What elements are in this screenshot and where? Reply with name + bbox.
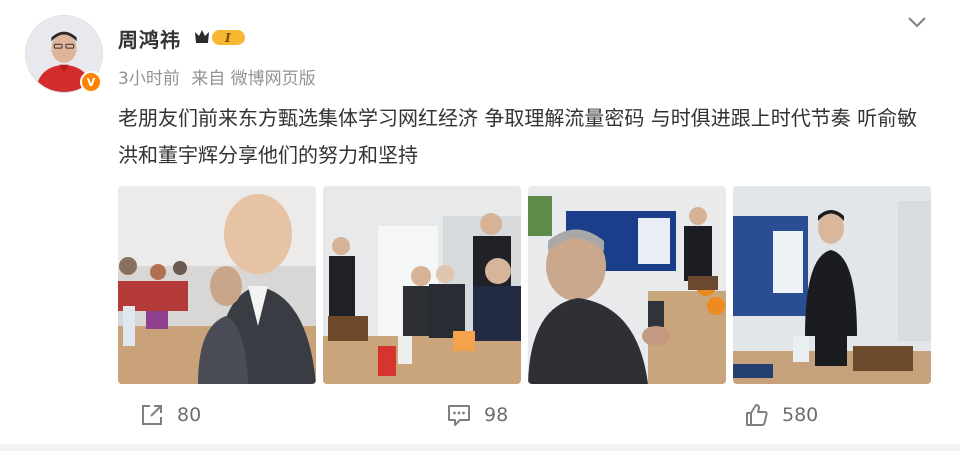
author-name[interactable]: 周鸿祎 [118, 24, 181, 53]
post-photo-1[interactable] [118, 186, 316, 384]
card-divider [0, 444, 960, 451]
comment-button[interactable]: 98 [446, 402, 508, 428]
weibo-post-card: V 周鸿祎 I 3小时前 来自 微博网页版 老朋友们前来东方甄选集体学习网红经济… [0, 0, 960, 451]
post-photo-4[interactable] [733, 186, 931, 384]
post-source: 来自 微博网页版 [191, 69, 316, 89]
chevron-down-icon[interactable] [905, 11, 929, 33]
user-level-badge[interactable]: I [193, 27, 247, 48]
action-toolbar: 80 98 580 [0, 390, 960, 440]
share-icon [142, 405, 162, 425]
like-button[interactable]: 580 [744, 402, 818, 428]
comment-icon [448, 405, 470, 426]
thumbs-up-icon [746, 404, 768, 426]
post-text: 老朋友们前来东方甄选集体学习网红经济 争取理解流量密码 与时俱进跟上时代节奏 听… [118, 106, 918, 167]
post-meta: 3小时前 来自 微博网页版 [118, 64, 322, 89]
post-photo-3[interactable] [528, 186, 726, 384]
post-time[interactable]: 3小时前 [118, 69, 180, 89]
like-count: 580 [782, 404, 819, 426]
repost-button[interactable]: 80 [139, 402, 201, 428]
repost-count: 80 [177, 404, 202, 426]
verified-badge-icon: V [80, 71, 102, 93]
level-text: I [224, 31, 231, 45]
comment-count: 98 [484, 404, 509, 426]
verified-mark: V [86, 75, 96, 89]
post-photo-2[interactable] [323, 186, 521, 384]
